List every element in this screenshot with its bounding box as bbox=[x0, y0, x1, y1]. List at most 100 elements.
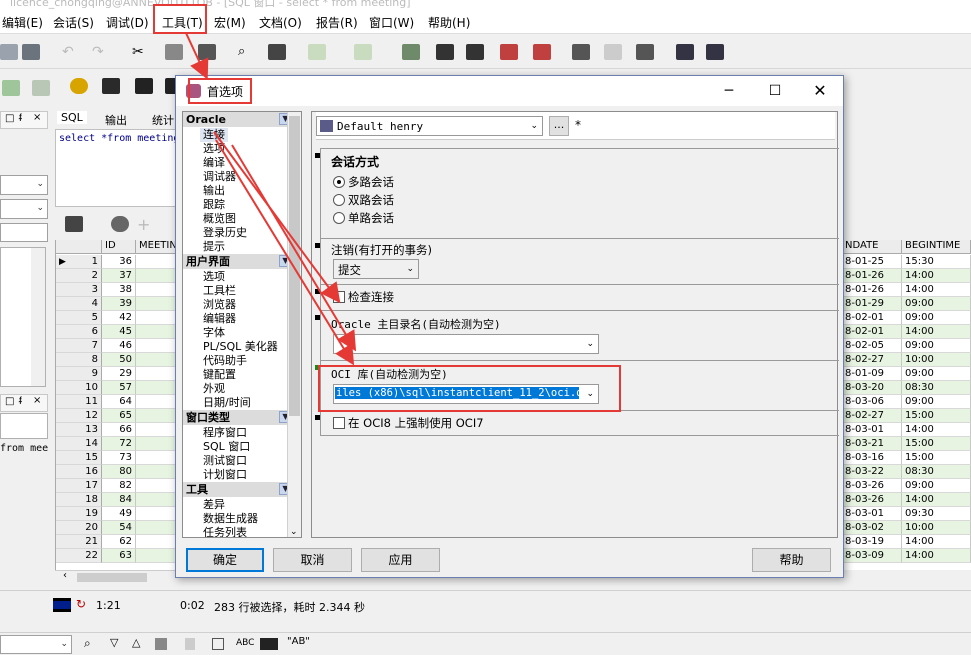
cell-date[interactable]: 8-02-01 bbox=[842, 325, 902, 339]
cell-date[interactable]: 8-02-01 bbox=[842, 311, 902, 325]
cell-begintime[interactable]: 14:00 bbox=[902, 269, 971, 283]
beautify-icon[interactable] bbox=[572, 44, 590, 60]
nav-scrollbar[interactable]: ⌄ bbox=[287, 112, 301, 537]
cell-id[interactable]: 49 bbox=[102, 507, 136, 521]
table-row[interactable]: 8-02-27 15:00 bbox=[842, 409, 971, 423]
nav-item[interactable]: 差异 bbox=[203, 498, 225, 512]
menu-edit[interactable]: 编辑(E) bbox=[2, 14, 43, 31]
table-row[interactable]: 16 80 bbox=[56, 465, 180, 479]
menu-debug[interactable]: 调试(D) bbox=[106, 14, 149, 31]
radio-single-session-label[interactable]: 单路会话 bbox=[348, 210, 394, 226]
nav-item[interactable]: 调试器 bbox=[203, 170, 236, 184]
cell-begintime[interactable]: 09:00 bbox=[902, 311, 971, 325]
oracle-home-select[interactable]: ⌄ bbox=[333, 334, 599, 354]
cell-meeting[interactable] bbox=[136, 437, 180, 451]
highlight-icon[interactable] bbox=[155, 638, 167, 650]
row-number[interactable]: 9 bbox=[56, 367, 102, 381]
table-row[interactable]: 2 37 bbox=[56, 269, 180, 283]
grid-header-enddate[interactable]: NDATE bbox=[842, 240, 902, 254]
row-number[interactable]: 21 bbox=[56, 535, 102, 549]
table-row[interactable]: 8-01-25 15:30 bbox=[842, 255, 971, 269]
row-number[interactable]: 17 bbox=[56, 479, 102, 493]
cell-meeting[interactable] bbox=[136, 297, 180, 311]
menu-report[interactable]: 报告(R) bbox=[316, 14, 358, 31]
row-number[interactable]: 10 bbox=[56, 381, 102, 395]
cell-begintime[interactable]: 15:30 bbox=[902, 255, 971, 269]
nav-item[interactable]: 登录历史 bbox=[203, 226, 247, 240]
table-row[interactable]: 8-02-01 14:00 bbox=[842, 325, 971, 339]
cell-meeting[interactable] bbox=[136, 311, 180, 325]
nav-item[interactable]: 选项 bbox=[203, 270, 225, 284]
cell-date[interactable]: 8-03-22 bbox=[842, 465, 902, 479]
cell-id[interactable]: 84 bbox=[102, 493, 136, 507]
table-row[interactable]: 14 72 bbox=[56, 437, 180, 451]
tab-sql[interactable]: SQL bbox=[57, 111, 87, 124]
row-number[interactable]: 13 bbox=[56, 423, 102, 437]
table-row[interactable]: 19 49 bbox=[56, 507, 180, 521]
nav-item[interactable]: 任务列表 bbox=[203, 526, 247, 537]
match-case-icon[interactable]: ABC bbox=[236, 638, 254, 648]
cell-begintime[interactable]: 14:00 bbox=[902, 283, 971, 297]
table-row[interactable]: 13 66 bbox=[56, 423, 180, 437]
grid-header-meeting[interactable]: MEETING bbox=[136, 240, 180, 254]
row-number[interactable]: 2 bbox=[56, 269, 102, 283]
table-row[interactable]: 8-03-01 14:00 bbox=[842, 423, 971, 437]
cell-date[interactable]: 8-03-26 bbox=[842, 493, 902, 507]
cell-id[interactable]: 45 bbox=[102, 325, 136, 339]
find-combo[interactable]: ⌄ bbox=[0, 635, 72, 654]
cell-id[interactable]: 66 bbox=[102, 423, 136, 437]
cell-id[interactable]: 37 bbox=[102, 269, 136, 283]
nav-item[interactable]: 选项 bbox=[203, 142, 225, 156]
cell-meeting[interactable] bbox=[136, 395, 180, 409]
cell-begintime[interactable]: 08:30 bbox=[902, 465, 971, 479]
row-number[interactable]: 7 bbox=[56, 339, 102, 353]
tab-statistics[interactable]: 统计 bbox=[152, 112, 174, 128]
object-browser-list[interactable] bbox=[0, 247, 46, 387]
nav-item[interactable]: 代码助手 bbox=[203, 354, 247, 368]
row-number[interactable]: 8 bbox=[56, 353, 102, 367]
cell-date[interactable]: 8-03-01 bbox=[842, 507, 902, 521]
restore-icon[interactable]: □ bbox=[5, 113, 14, 124]
menu-window[interactable]: 窗口(W) bbox=[369, 14, 414, 31]
nav-item[interactable]: 提示 bbox=[203, 240, 225, 254]
cell-meeting[interactable] bbox=[136, 255, 180, 269]
minimize-button[interactable]: ─ bbox=[718, 81, 740, 101]
cell-begintime[interactable]: 14:00 bbox=[902, 549, 971, 563]
cell-id[interactable]: 62 bbox=[102, 535, 136, 549]
undo-icon[interactable]: ↶ bbox=[62, 44, 80, 60]
row-number[interactable]: 6 bbox=[56, 325, 102, 339]
menu-document[interactable]: 文档(O) bbox=[259, 14, 302, 31]
scrollbar-thumb[interactable] bbox=[77, 573, 147, 582]
paste-icon[interactable] bbox=[198, 44, 216, 60]
nav-item[interactable]: 计划窗口 bbox=[203, 468, 247, 482]
format-icon[interactable] bbox=[185, 638, 195, 650]
profile-select[interactable]: Default henry ⌄ bbox=[316, 116, 543, 136]
scroll-down-icon[interactable]: ⌄ bbox=[290, 527, 298, 537]
help-button[interactable]: 帮助 bbox=[752, 548, 831, 572]
cell-id[interactable]: 57 bbox=[102, 381, 136, 395]
object-type-combo[interactable]: ⌄ bbox=[0, 175, 48, 195]
cell-begintime[interactable]: 14:00 bbox=[902, 493, 971, 507]
force-oci7-checkbox[interactable] bbox=[333, 417, 345, 429]
cell-begintime[interactable]: 15:00 bbox=[902, 409, 971, 423]
cell-meeting[interactable] bbox=[136, 269, 180, 283]
align-left-icon[interactable] bbox=[436, 44, 454, 60]
row-number[interactable]: 11 bbox=[56, 395, 102, 409]
table-row[interactable]: 11 64 bbox=[56, 395, 180, 409]
redo-icon[interactable]: ↷ bbox=[92, 44, 110, 60]
go-back-icon[interactable] bbox=[308, 44, 326, 60]
menu-session[interactable]: 会话(S) bbox=[53, 14, 94, 31]
cell-id[interactable]: 36 bbox=[102, 255, 136, 269]
cell-meeting[interactable] bbox=[136, 423, 180, 437]
grid-view-icon[interactable] bbox=[65, 216, 83, 232]
table-row[interactable]: 18 84 bbox=[56, 493, 180, 507]
cell-id[interactable]: 46 bbox=[102, 339, 136, 353]
commit-icon[interactable] bbox=[70, 78, 88, 94]
cell-meeting[interactable] bbox=[136, 465, 180, 479]
cell-id[interactable]: 64 bbox=[102, 395, 136, 409]
cell-date[interactable]: 8-02-27 bbox=[842, 409, 902, 423]
panel-controls-2[interactable]: □ ᵮ × bbox=[0, 394, 48, 412]
close-button[interactable]: ✕ bbox=[809, 81, 831, 101]
table-row[interactable]: 8-03-26 09:00 bbox=[842, 479, 971, 493]
cell-date[interactable]: 8-03-21 bbox=[842, 437, 902, 451]
